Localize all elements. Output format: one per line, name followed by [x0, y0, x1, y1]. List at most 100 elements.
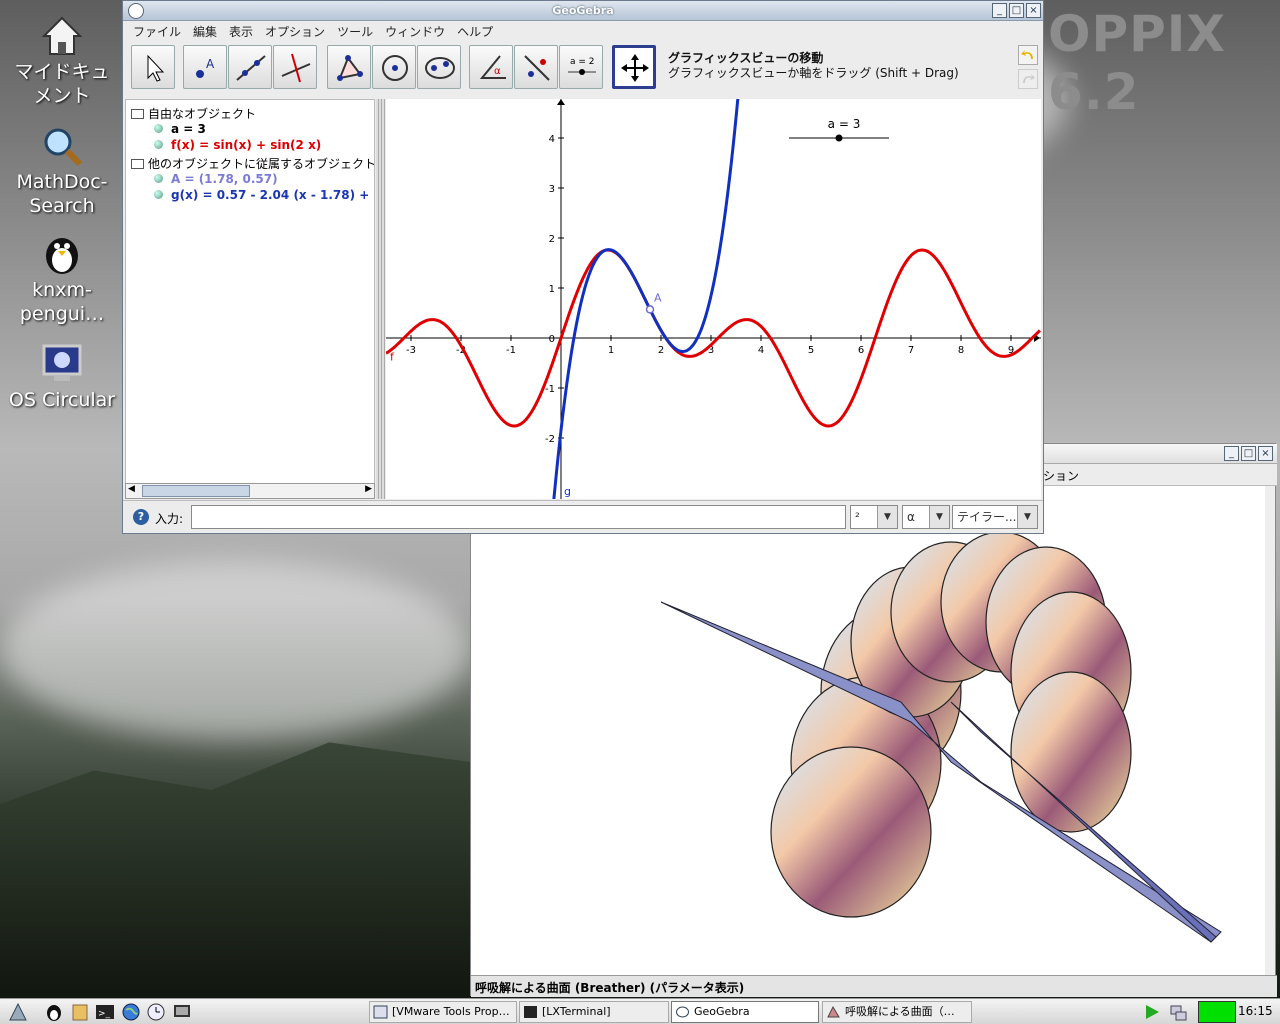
breather-status: 呼吸解による曲面 (Breather) (パラメータ表示): [471, 975, 1277, 997]
scroll-left-icon[interactable]: ◀: [128, 484, 135, 494]
curve-f-label: f: [390, 351, 395, 364]
geogebra-window: GeoGebra _ □ × ファイル 編集 表示 オプション ツール ウィンド…: [122, 0, 1044, 534]
view-splitter[interactable]: [376, 99, 385, 499]
graphics-view[interactable]: -3 -2 -1 1 2 3 4 5 6 7 8 9 -2 -1 0 1 2 3 4 Af g a = 3: [386, 99, 1041, 499]
task-geogebra[interactable]: GeoGebra: [671, 1001, 819, 1023]
chevron-down-icon: ▼: [1017, 506, 1037, 528]
move-graphics-tool-button[interactable]: [612, 45, 656, 89]
visibility-toggle-icon[interactable]: [154, 140, 163, 149]
menu-item-options[interactable]: ション: [1043, 467, 1079, 484]
tool-hint-title: グラフィックスビューの移動: [668, 51, 824, 65]
menu-options[interactable]: オプション: [259, 21, 331, 41]
task-label: [LXTerminal]: [542, 1005, 611, 1018]
move-cross-arrows-icon: [621, 54, 649, 82]
monitor-icon: [42, 344, 82, 381]
x-tick-label: 1: [608, 345, 614, 356]
perpendicular-tool-button[interactable]: [273, 45, 317, 89]
visibility-toggle-icon[interactable]: [154, 174, 163, 183]
clock-icon[interactable]: [146, 1002, 166, 1022]
terminal-icon: [524, 1006, 537, 1018]
slider-tool-button[interactable]: a = 2: [559, 45, 603, 89]
x-tick-label: 6: [858, 345, 864, 356]
power-combo-value: ²: [855, 510, 860, 524]
menu-view[interactable]: 表示: [223, 21, 259, 41]
algebra-horizontal-scrollbar[interactable]: ◀ ▶: [125, 483, 375, 499]
penguin-icon[interactable]: [44, 1002, 64, 1022]
polygon-tool-button[interactable]: [327, 45, 371, 89]
slider-icon: a = 2: [568, 57, 596, 75]
curve-g: [552, 99, 740, 499]
close-button[interactable]: ×: [1258, 446, 1273, 461]
menu-help[interactable]: ヘルプ: [451, 21, 499, 41]
task-lxterminal[interactable]: [LXTerminal]: [519, 1001, 669, 1023]
menu-window[interactable]: ウィンドウ: [379, 21, 451, 41]
line-icon: [236, 55, 266, 81]
y-tick-label: -1: [545, 384, 555, 395]
breather-scrollbar[interactable]: [1265, 486, 1275, 975]
y-tick-label: 3: [549, 184, 555, 195]
algebra-item-A[interactable]: A = (1.78, 0.57): [126, 172, 278, 188]
point-icon: A: [196, 57, 215, 78]
angle-tool-button[interactable]: α: [469, 45, 513, 89]
point-tool-button[interactable]: A: [183, 45, 227, 89]
desktop-icon-knxm-penguin[interactable]: knxm-pengui…: [8, 232, 116, 326]
x-tick-label: -3: [406, 345, 416, 356]
play-icon[interactable]: [1142, 1002, 1162, 1022]
menu-file[interactable]: ファイル: [127, 21, 187, 41]
minimize-button[interactable]: _: [992, 3, 1007, 18]
command-combo[interactable]: テイラー... ▼: [952, 505, 1038, 529]
input-label: 入力:: [155, 512, 184, 526]
show-desktop-icon[interactable]: [172, 1002, 192, 1022]
y-tick-label: 0: [549, 334, 555, 345]
point-A: [645, 305, 655, 314]
task-breather-surface[interactable]: 呼吸解による曲面（…: [822, 1001, 972, 1023]
terminal-icon[interactable]: >_: [95, 1002, 115, 1022]
visibility-toggle-icon[interactable]: [154, 190, 163, 199]
point-A-label: A: [654, 291, 662, 304]
conic-tool-button[interactable]: [417, 45, 461, 89]
triangle-icon: [337, 55, 363, 81]
menu-edit[interactable]: 編集: [187, 21, 223, 41]
geogebra-titlebar[interactable]: GeoGebra _ □ ×: [123, 1, 1043, 21]
algebra-item-a[interactable]: a = 3: [126, 122, 206, 138]
maximize-button[interactable]: □: [1009, 3, 1024, 18]
free-objects-header[interactable]: 自由なオブジェクト: [126, 105, 256, 121]
visibility-toggle-icon[interactable]: [154, 124, 163, 133]
undo-button[interactable]: [1018, 45, 1038, 65]
scrollbar-thumb[interactable]: [142, 485, 250, 497]
ellipse-icon: [425, 57, 455, 79]
line-tool-button[interactable]: [228, 45, 272, 89]
task-vmware-tools[interactable]: [VMware Tools Prop…: [369, 1001, 517, 1023]
scroll-right-icon[interactable]: ▶: [365, 484, 372, 494]
svg-text:>_: >_: [98, 1009, 111, 1019]
circle-icon: [382, 55, 408, 81]
algebra-item-text: f(x) = sin(x) + sin(2 x): [171, 138, 322, 152]
maximize-button[interactable]: □: [1241, 446, 1256, 461]
reflect-tool-button[interactable]: [514, 45, 558, 89]
move-tool-button[interactable]: [131, 45, 175, 89]
greek-combo[interactable]: α ▼: [902, 505, 950, 529]
help-icon[interactable]: ?: [133, 509, 149, 525]
power-combo[interactable]: ² ▼: [850, 505, 898, 529]
x-tick-label: -1: [506, 345, 516, 356]
algebra-item-g[interactable]: g(x) = 0.57 - 2.04 (x - 1.78) + 0.: [126, 188, 374, 204]
close-button[interactable]: ×: [1026, 3, 1041, 18]
desktop-icon-mathdoc-search[interactable]: MathDoc-Search: [8, 124, 116, 218]
file-manager-icon[interactable]: [70, 1002, 90, 1022]
free-objects-label: 自由なオブジェクト: [148, 107, 257, 121]
function-plot[interactable]: -3 -2 -1 1 2 3 4 5 6 7 8 9-2-101234Afga = 3: [386, 99, 1041, 499]
input-field[interactable]: [191, 505, 846, 529]
globe-icon[interactable]: [121, 1002, 141, 1022]
circle-tool-button[interactable]: [372, 45, 416, 89]
network-icon[interactable]: [1168, 1002, 1188, 1022]
minimize-button[interactable]: _: [1224, 446, 1239, 461]
algebra-item-f[interactable]: f(x) = sin(x) + sin(2 x): [126, 138, 321, 154]
tool-hint: グラフィックスビューの移動 グラフィックスビューか軸をドラッグ (Shift +…: [668, 51, 959, 81]
desktop-icon-my-documents[interactable]: マイドキュメント: [8, 14, 116, 108]
menu-start-icon[interactable]: [8, 1002, 28, 1022]
desktop-icon-os-circular[interactable]: OS Circular: [8, 342, 116, 412]
menu-tools[interactable]: ツール: [331, 21, 379, 41]
cursor-arrow-icon: [147, 54, 165, 82]
redo-button[interactable]: [1018, 69, 1038, 89]
dependent-objects-header[interactable]: 他のオブジェクトに従属するオブジェクト: [126, 155, 374, 171]
